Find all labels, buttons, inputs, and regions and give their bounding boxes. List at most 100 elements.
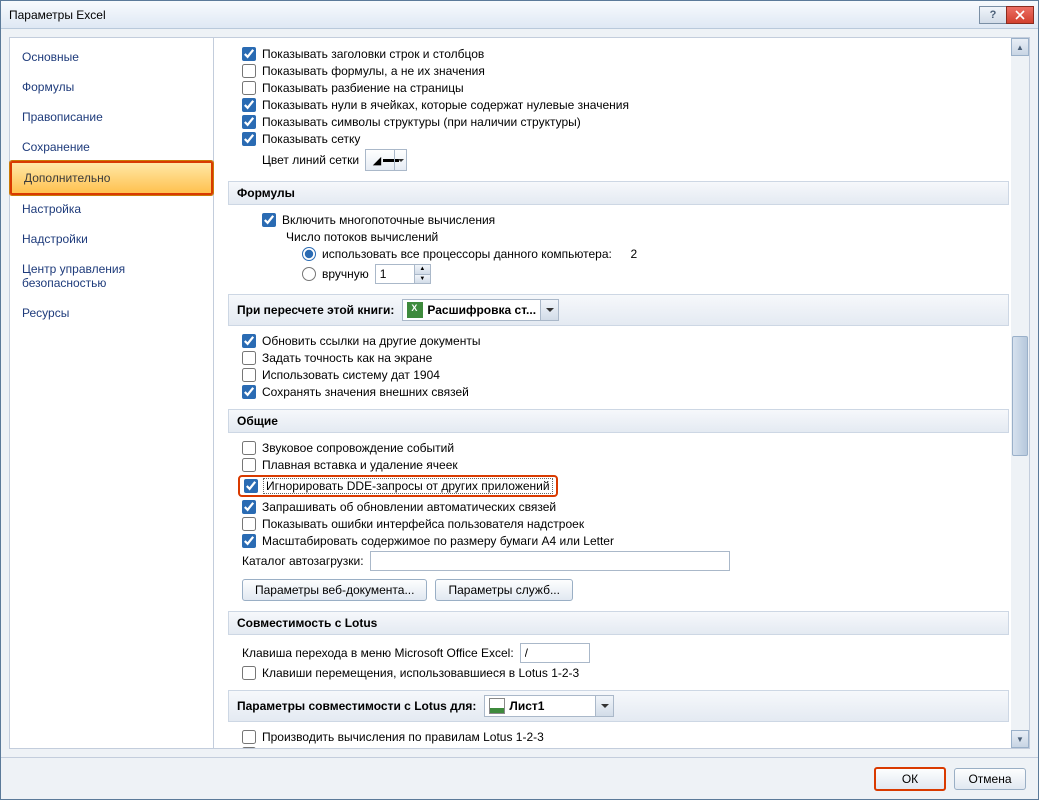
lbl-lotus-nav[interactable]: Клавиши перемещения, использовавшиеся в … [262,666,579,680]
section-formulas: Формулы [228,181,1009,205]
dropdown-icon [394,150,406,170]
cb-show-headers[interactable] [242,47,256,61]
sidebar-item-advanced[interactable]: Дополнительно [10,161,213,195]
bucket-icon: ◢ [373,154,381,167]
lbl-use-all-cpu[interactable]: использовать все процессоры данного комп… [322,247,612,261]
window-title: Параметры Excel [9,8,980,22]
lbl-sound[interactable]: Звуковое сопровождение событий [262,441,454,455]
sheet-icon [489,698,505,714]
grid-color-picker[interactable]: ◢ [365,149,407,171]
lotus-sheet-name: Лист1 [509,699,544,713]
lbl-lotus-calc[interactable]: Производить вычисления по правилам Lotus… [262,730,544,744]
lbl-smooth-ins[interactable]: Плавная вставка и удаление ячеек [262,458,458,472]
lbl-show-pagebreaks[interactable]: Показывать разбиение на страницы [262,81,464,95]
lbl-scale-a4[interactable]: Масштабировать содержимое по размеру бум… [262,534,614,548]
sidebar-item-trust[interactable]: Центр управления безопасностью [10,254,213,298]
lbl-ignore-dde[interactable]: Игнорировать DDE-запросы от других прило… [264,479,552,493]
cb-sound[interactable] [242,441,256,455]
sidebar-item-addins[interactable]: Надстройки [10,224,213,254]
sidebar-item-save[interactable]: Сохранение [10,132,213,162]
threads-spinner[interactable]: ▲▼ [375,264,431,284]
lbl-save-ext[interactable]: Сохранять значения внешних связей [262,385,469,399]
cb-update-links[interactable] [242,334,256,348]
cb-date1904[interactable] [242,368,256,382]
lbl-precision[interactable]: Задать точность как на экране [262,351,432,365]
dde-highlight: Игнорировать DDE-запросы от других прило… [238,475,558,497]
spin-down-icon[interactable]: ▼ [415,275,430,284]
web-options-button[interactable]: Параметры веб-документа... [242,579,427,601]
dialog-footer: ОК Отмена [1,757,1038,799]
options-content: ▲ ▼ Показывать заголовки строк и столбцо… [214,37,1030,749]
options-dialog: Параметры Excel Основные Формулы Правопи… [0,0,1039,800]
service-options-button[interactable]: Параметры служб... [435,579,572,601]
lbl-threads: Число потоков вычислений [286,230,438,244]
sidebar-item-formulas[interactable]: Формулы [10,72,213,102]
scrollbar-thumb[interactable] [1012,336,1028,456]
sidebar-item-customize[interactable]: Настройка [10,194,213,224]
sidebar-item-resources[interactable]: Ресурсы [10,298,213,328]
cb-show-grid[interactable] [242,132,256,146]
section-formulas-label: Формулы [237,186,295,200]
spin-up-icon[interactable]: ▲ [415,265,430,275]
cb-ask-update[interactable] [242,500,256,514]
cb-show-formulas[interactable] [242,64,256,78]
lbl-multithread[interactable]: Включить многопоточные вычисления [282,213,495,227]
lbl-update-links[interactable]: Обновить ссылки на другие документы [262,334,480,348]
cb-lotus-calc[interactable] [242,730,256,744]
titlebar: Параметры Excel [1,1,1038,29]
section-general: Общие [228,409,1009,433]
cb-ignore-dde[interactable] [244,479,258,493]
lbl-date1904[interactable]: Использовать систему дат 1904 [262,368,440,382]
lotus-sheet-combo[interactable]: Лист1 [484,695,614,717]
help-button[interactable] [979,6,1007,24]
section-general-label: Общие [237,414,278,428]
cb-show-outline[interactable] [242,115,256,129]
lbl-show-grid[interactable]: Показывать сетку [262,132,360,146]
cb-lotus-nav[interactable] [242,666,256,680]
rb-manual-cpu[interactable] [302,267,316,281]
lbl-show-formulas[interactable]: Показывать формулы, а не их значения [262,64,485,78]
lbl-manual-cpu[interactable]: вручную [322,267,369,281]
cpu-count: 2 [631,247,638,261]
ok-button[interactable]: ОК [874,767,946,791]
scrollbar-track[interactable] [1011,56,1029,730]
cb-multithread[interactable] [262,213,276,227]
category-sidebar: Основные Формулы Правописание Сохранение… [9,37,214,749]
lbl-grid-color: Цвет линий сетки [262,153,359,167]
lbl-show-headers[interactable]: Показывать заголовки строк и столбцов [262,47,484,61]
cb-precision[interactable] [242,351,256,365]
section-lotus-sheet-label: Параметры совместимости с Lotus для: [237,699,476,713]
sidebar-item-proofing[interactable]: Правописание [10,102,213,132]
section-lotus: Совместимость с Lotus [228,611,1009,635]
section-recalc-label: При пересчете этой книги: [237,303,394,317]
cancel-button[interactable]: Отмена [954,768,1026,790]
cb-scale-a4[interactable] [242,534,256,548]
section-lotus-sheet: Параметры совместимости с Lotus для: Лис… [228,690,1009,722]
cb-smooth-ins[interactable] [242,458,256,472]
lbl-startup-dir: Каталог автозагрузки: [242,554,364,568]
recalc-book-name: Расшифровка ст... [427,303,536,317]
lbl-menu-key: Клавиша перехода в меню Microsoft Office… [242,646,514,660]
cb-lotus-conv[interactable] [242,747,256,749]
cb-show-zeros[interactable] [242,98,256,112]
close-button[interactable] [1006,6,1034,24]
startup-dir-input[interactable] [370,551,730,571]
lbl-lotus-conv[interactable]: Преобразование формул в формат Excel при… [262,747,552,749]
rb-use-all-cpu[interactable] [302,247,316,261]
lbl-show-outline[interactable]: Показывать символы структуры (при наличи… [262,115,581,129]
threads-input[interactable] [376,265,414,283]
recalc-book-combo[interactable]: Расшифровка ст... [402,299,559,321]
sidebar-item-general[interactable]: Основные [10,42,213,72]
chevron-down-icon [540,300,558,320]
cb-addin-err[interactable] [242,517,256,531]
excel-book-icon [407,302,423,318]
menu-key-input[interactable] [520,643,590,663]
scroll-up-arrow[interactable]: ▲ [1011,38,1029,56]
scroll-down-arrow[interactable]: ▼ [1011,730,1029,748]
lbl-show-zeros[interactable]: Показывать нули в ячейках, которые содер… [262,98,629,112]
cb-save-ext[interactable] [242,385,256,399]
section-recalc: При пересчете этой книги: Расшифровка ст… [228,294,1009,326]
lbl-addin-err[interactable]: Показывать ошибки интерфейса пользовател… [262,517,584,531]
cb-show-pagebreaks[interactable] [242,81,256,95]
lbl-ask-update[interactable]: Запрашивать об обновлении автоматических… [262,500,556,514]
